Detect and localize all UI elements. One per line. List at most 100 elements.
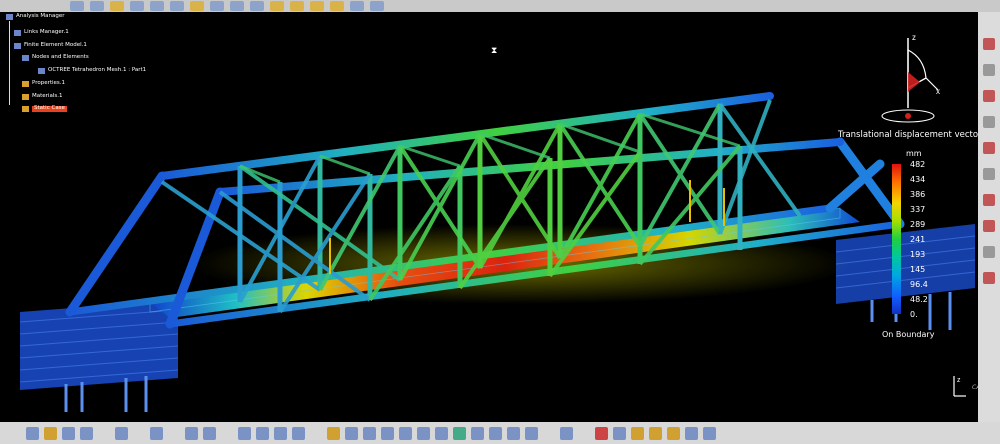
new-file-icon[interactable] <box>26 426 39 440</box>
legend-value: 386 <box>910 190 926 199</box>
toolbar-icon[interactable] <box>983 194 995 206</box>
3d-viewport[interactable]: ⧗ Analysis Manager Links Manager.1 Finit… <box>0 12 982 422</box>
toolbar-icon[interactable] <box>270 1 284 11</box>
toolbar-icon[interactable] <box>983 142 995 154</box>
tree-item-static-case[interactable]: Static Case <box>22 106 67 112</box>
fem-bridge-model[interactable] <box>0 12 978 422</box>
toolbar-icon[interactable] <box>350 1 364 11</box>
top-toolbar <box>0 0 1000 12</box>
view-icon[interactable] <box>471 426 484 440</box>
tree-item-links-manager[interactable]: Links Manager.1 <box>14 30 69 36</box>
toolbar-icon[interactable] <box>327 426 340 440</box>
toolbar-icon[interactable] <box>703 426 716 440</box>
compass-x-label: x <box>936 87 940 96</box>
legend-unit: mm <box>906 149 922 158</box>
tree-item-nodes-and-elements[interactable]: Nodes and Elements <box>22 55 89 61</box>
hourglass-icon: ⧗ <box>491 46 498 56</box>
toolbar-icon[interactable] <box>90 1 104 11</box>
toolbar-icon[interactable] <box>292 426 305 440</box>
properties-icon <box>22 81 29 87</box>
legend-value: 48.2 <box>910 295 928 304</box>
tree-item-analysis-manager[interactable]: Analysis Manager <box>6 14 65 20</box>
toolbar-icon[interactable] <box>274 426 287 440</box>
toolbar-icon[interactable] <box>983 246 995 258</box>
table-icon[interactable] <box>238 426 251 440</box>
toolbar-icon[interactable] <box>983 64 995 76</box>
toolbar-icon[interactable] <box>150 1 164 11</box>
formula-icon[interactable] <box>185 426 198 440</box>
zoom-out-icon[interactable] <box>399 426 412 440</box>
toolbar-icon[interactable] <box>595 426 608 440</box>
links-icon <box>14 30 21 36</box>
normal-view-icon[interactable] <box>417 426 430 440</box>
legend-value: 337 <box>910 205 926 214</box>
toolbar-icon[interactable] <box>613 426 626 440</box>
materials-icon <box>22 94 29 100</box>
toolbar-icon[interactable] <box>983 38 995 50</box>
toolbar-icon[interactable] <box>130 1 144 11</box>
pan-icon[interactable] <box>345 426 358 440</box>
legend-value: 96.4 <box>910 280 928 289</box>
print-icon[interactable] <box>80 426 93 440</box>
toolbar-icon[interactable] <box>230 1 244 11</box>
legend-value: 0. <box>910 310 918 319</box>
toolbar-icon[interactable] <box>649 426 662 440</box>
toolbar-icon[interactable] <box>290 1 304 11</box>
legend-footer: On Boundary <box>882 330 935 339</box>
static-case-icon <box>22 106 29 112</box>
toolbar-icon[interactable] <box>250 1 264 11</box>
view-icon[interactable] <box>507 426 520 440</box>
toolbar-icon[interactable] <box>310 1 324 11</box>
compass-widget[interactable]: z x <box>880 28 946 124</box>
compass-z-label: z <box>912 33 916 42</box>
legend-title: Translational displacement vector <box>838 130 982 140</box>
view-icon[interactable] <box>525 426 538 440</box>
toolbar-icon[interactable] <box>560 426 573 440</box>
toolbar-icon[interactable] <box>685 426 698 440</box>
fem-icon <box>14 43 21 49</box>
toolbar-icon[interactable] <box>631 426 644 440</box>
save-icon[interactable] <box>62 426 75 440</box>
view-axes-icon: z <box>953 376 966 397</box>
toolbar-icon[interactable] <box>70 1 84 11</box>
view-icon[interactable] <box>435 426 448 440</box>
help-icon[interactable] <box>150 426 163 440</box>
legend-value: 145 <box>910 265 926 274</box>
toolbar-icon[interactable] <box>210 1 224 11</box>
toolbar-icon[interactable] <box>983 168 995 180</box>
legend-value: 193 <box>910 250 926 259</box>
toolbar-icon[interactable] <box>667 426 680 440</box>
toolbar-icon[interactable] <box>983 272 995 284</box>
open-file-icon[interactable] <box>44 426 57 440</box>
view-icon[interactable] <box>453 426 466 440</box>
nodes-icon <box>22 55 29 61</box>
toolbar-icon[interactable] <box>983 116 995 128</box>
tree-item-octree-mesh[interactable]: OCTREE Tetrahedron Mesh.1 : Part1 <box>38 68 146 74</box>
view-axes-z-label: z <box>957 377 961 384</box>
toolbar-icon[interactable] <box>983 90 995 102</box>
bottom-toolbar <box>0 422 1000 444</box>
undo-icon[interactable] <box>115 426 128 440</box>
tree-item-properties[interactable]: Properties.1 <box>22 81 65 87</box>
toolbar-icon[interactable] <box>330 1 344 11</box>
tree-item-finite-element-model[interactable]: Finite Element Model.1 <box>14 43 87 49</box>
zoom-in-icon[interactable] <box>381 426 394 440</box>
mesh-icon <box>38 68 45 74</box>
right-toolbar <box>978 12 1000 422</box>
toolbar-icon[interactable] <box>370 1 384 11</box>
tree-item-materials[interactable]: Materials.1 <box>22 94 62 100</box>
legend-value: 241 <box>910 235 926 244</box>
comment-icon[interactable] <box>203 426 216 440</box>
toolbar-icon[interactable] <box>110 1 124 11</box>
toolbar-icon[interactable] <box>170 1 184 11</box>
legend-value: 434 <box>910 175 926 184</box>
view-icon[interactable] <box>489 426 502 440</box>
legend-value: 289 <box>910 220 926 229</box>
legend-value: 482 <box>910 160 926 169</box>
analysis-icon <box>6 14 13 20</box>
toolbar-icon[interactable] <box>983 220 995 232</box>
toolbar-icon[interactable] <box>256 426 269 440</box>
right-abutment <box>836 224 975 304</box>
toolbar-icon[interactable] <box>190 1 204 11</box>
rotate-icon[interactable] <box>363 426 376 440</box>
